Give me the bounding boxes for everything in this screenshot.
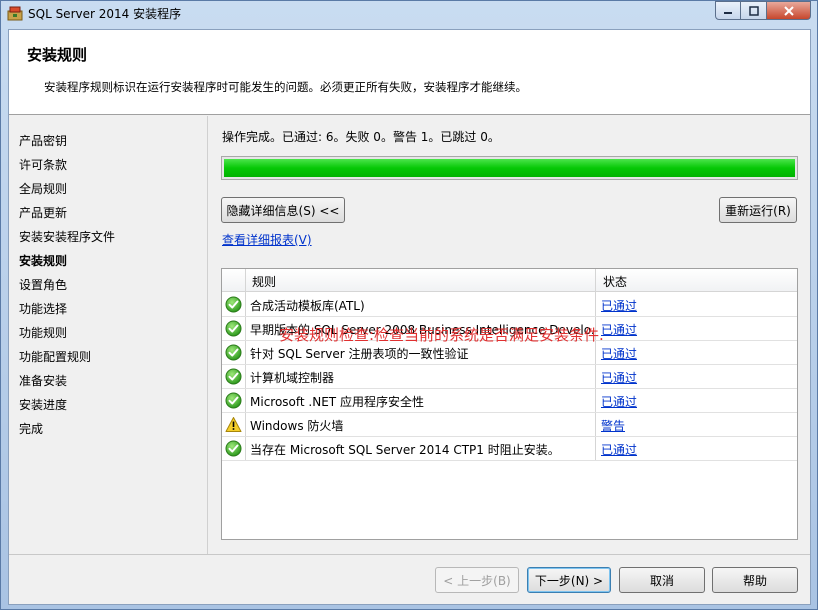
dialog-client-area: 安装规则 安装程序规则标识在运行安装程序时可能发生的问题。必须更正所有失败，安装… [8,29,811,605]
close-button[interactable] [767,1,811,20]
rules-table: 规则 状态 合成活动模板库(ATL) 已通过 早期版本的 SQL Server 20… [221,268,798,540]
back-button[interactable]: < 上一步(B) [435,567,519,593]
wizard-steps-sidebar: 产品密钥 许可条款 全局规则 产品更新 安装安装程序文件 安装规则 设置角色 功… [9,116,208,554]
table-row[interactable]: 当存在 Microsoft SQL Server 2014 CTP1 时阻止安装… [222,437,797,461]
sql-server-setup-icon [7,6,23,21]
rule-name: 合成活动模板库(ATL) [250,299,365,313]
warning-icon [225,416,242,433]
column-header-rule[interactable]: 规则 [252,273,276,290]
sidebar-item-product-updates[interactable]: 产品更新 [19,204,67,221]
annotation-note: 安装规则检查:检查当前的系统是否满足安装条件. [279,326,604,344]
minimize-button[interactable] [715,1,741,20]
installer-window: SQL Server 2014 安装程序 安装规则 安装程序规则标识在运行安装程… [0,0,818,610]
rule-status-link[interactable]: 已通过 [601,297,637,314]
rule-name: 计算机域控制器 [250,371,335,385]
rerun-button[interactable]: 重新运行(R) [719,197,797,223]
close-icon [783,5,794,16]
table-header: 规则 状态 [222,269,797,292]
next-button[interactable]: 下一步(N) > [527,567,611,593]
page-header: 安装规则 安装程序规则标识在运行安装程序时可能发生的问题。必须更正所有失败，安装… [9,30,810,115]
check-circle-icon [225,296,242,313]
sidebar-item-setup-role[interactable]: 设置角色 [19,276,67,293]
check-circle-icon [225,320,242,337]
rule-status-link[interactable]: 已通过 [601,441,637,458]
progress-bar [221,156,798,180]
maximize-button[interactable] [741,1,767,20]
column-header-status[interactable]: 状态 [603,273,627,290]
page-description: 安装程序规则标识在运行安装程序时可能发生的问题。必须更正所有失败，安装程序才能继… [44,80,527,94]
rule-name: Windows 防火墙 [250,419,344,433]
minimize-icon [724,11,732,14]
table-row[interactable]: 计算机域控制器 已通过 [222,365,797,389]
view-detailed-report-link[interactable]: 查看详细报表(V) [222,231,312,248]
sidebar-item-install-setup-files[interactable]: 安装安装程序文件 [19,228,115,245]
hide-details-button[interactable]: 隐藏详细信息(S) << [221,197,345,223]
maximize-icon [748,5,759,16]
rule-name: 当存在 Microsoft SQL Server 2014 CTP1 时阻止安装… [250,443,560,457]
sidebar-item-install-progress[interactable]: 安装进度 [19,396,67,413]
progress-fill [224,159,795,177]
rule-status-link[interactable]: 已通过 [601,393,637,410]
sidebar-item-install-rules[interactable]: 安装规则 [19,252,67,269]
help-button[interactable]: 帮助 [712,567,798,593]
check-circle-icon [225,392,242,409]
sidebar-item-feature-rules[interactable]: 功能规则 [19,324,67,341]
sidebar-item-feature-config-rules[interactable]: 功能配置规则 [19,348,91,365]
page-title: 安装规则 [27,46,88,64]
cancel-button[interactable]: 取消 [619,567,705,593]
rule-status-link[interactable]: 警告 [601,417,625,434]
title-bar[interactable]: SQL Server 2014 安装程序 [1,1,817,25]
button-bar: < 上一步(B) 下一步(N) > 取消 帮助 [9,554,810,604]
table-row[interactable]: Windows 防火墙 警告 [222,413,797,437]
main-panel: 操作完成。已通过: 6。失败 0。警告 1。已跳过 0。 隐藏详细信息(S) <… [209,116,810,554]
window-controls [715,1,811,21]
check-circle-icon [225,368,242,385]
sidebar-item-global-rules[interactable]: 全局规则 [19,180,67,197]
sidebar-item-product-key[interactable]: 产品密钥 [19,132,67,149]
sidebar-item-ready-to-install[interactable]: 准备安装 [19,372,67,389]
check-circle-icon [225,344,242,361]
sidebar-item-feature-selection[interactable]: 功能选择 [19,300,67,317]
rule-name: Microsoft .NET 应用程序安全性 [250,395,424,409]
table-row[interactable]: Microsoft .NET 应用程序安全性 已通过 [222,389,797,413]
rule-status-link[interactable]: 已通过 [601,369,637,386]
check-circle-icon [225,440,242,457]
window-title: SQL Server 2014 安装程序 [28,7,182,21]
table-row[interactable]: 合成活动模板库(ATL) 已通过 [222,293,797,317]
sidebar-item-complete[interactable]: 完成 [19,420,43,437]
sidebar-item-license-terms[interactable]: 许可条款 [19,156,67,173]
rule-status-link[interactable]: 已通过 [601,345,637,362]
rule-status-link[interactable]: 已通过 [601,321,637,338]
rule-name: 针对 SQL Server 注册表项的一致性验证 [250,347,469,361]
operation-status-text: 操作完成。已通过: 6。失败 0。警告 1。已跳过 0。 [222,130,500,144]
